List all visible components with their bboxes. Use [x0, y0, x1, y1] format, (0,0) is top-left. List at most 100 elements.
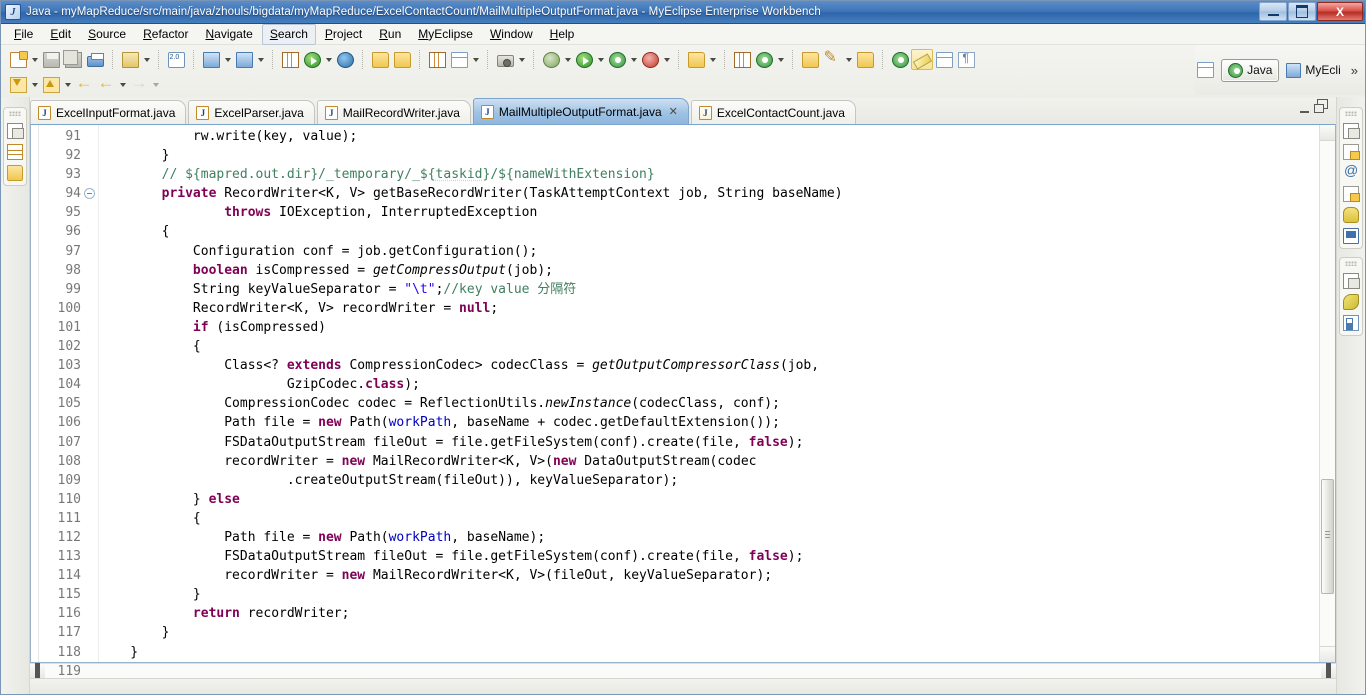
navigator-icon[interactable] [7, 165, 23, 181]
print-button[interactable] [84, 49, 106, 70]
console-view-icon[interactable] [1343, 228, 1359, 244]
folding-ruler[interactable] [85, 125, 99, 662]
toggle-mark-occurrences-button[interactable] [911, 49, 933, 70]
maximize-button[interactable] [1288, 2, 1316, 21]
forward-dropdown[interactable] [150, 74, 161, 95]
step-return-button[interactable] [40, 74, 62, 95]
menu-item-window[interactable]: Window [482, 24, 541, 45]
search-dropdown[interactable] [843, 49, 854, 70]
restore-view-icon[interactable] [1343, 273, 1360, 289]
vertical-scrollbar[interactable] [1319, 125, 1335, 662]
task-list-icon[interactable] [1343, 186, 1360, 202]
editor-tab[interactable]: J ExcelParser.java [188, 100, 315, 124]
debug-dropdown[interactable] [562, 49, 573, 70]
step-into-dropdown[interactable] [29, 74, 40, 95]
external-tools-dropdown[interactable] [661, 49, 672, 70]
server-dropdown[interactable] [255, 49, 266, 70]
search-button[interactable] [821, 47, 843, 70]
next-annotation-button[interactable] [889, 49, 911, 70]
drag-handle[interactable] [1345, 111, 1357, 116]
close-button[interactable]: X [1317, 2, 1363, 21]
horizontal-scrollbar[interactable] [30, 663, 1336, 678]
minimize-button[interactable] [1259, 2, 1287, 21]
menu-item-source[interactable]: Source [80, 24, 134, 45]
show-whitespace-button[interactable] [955, 49, 977, 70]
step-into-button[interactable] [7, 74, 29, 95]
leaf-icon[interactable] [1343, 294, 1359, 310]
new-myeclipse-project-dropdown[interactable] [141, 49, 152, 70]
drag-handle[interactable] [9, 111, 21, 116]
editor-tab[interactable]: J MailRecordWriter.java [316, 100, 471, 124]
screenshot-dropdown[interactable] [516, 49, 527, 70]
new-java-package-button[interactable] [685, 49, 707, 70]
package-explorer-icon[interactable] [7, 144, 23, 160]
toggle-block-selection-button[interactable] [933, 49, 955, 70]
horizontal-scroll-track[interactable] [45, 664, 1321, 678]
run-history-button[interactable] [606, 49, 628, 70]
new-wizard-button[interactable] [7, 49, 29, 70]
outline-view-icon[interactable] [1343, 315, 1359, 331]
vertical-scroll-thumb[interactable] [1321, 479, 1334, 595]
run-db-button[interactable] [301, 49, 323, 70]
problems-view-icon[interactable] [1343, 144, 1360, 160]
perspective-overflow-icon[interactable]: » [1348, 63, 1361, 78]
editor-tab[interactable]: J ExcelContactCount.java [690, 100, 856, 124]
minimize-editor-icon[interactable] [1296, 101, 1312, 116]
run-button[interactable] [573, 49, 595, 70]
save-all-button[interactable] [62, 49, 84, 70]
at-sign-icon[interactable] [1343, 162, 1359, 181]
step-return-dropdown[interactable] [62, 74, 73, 95]
back-history-button[interactable] [73, 73, 95, 95]
new-annotation-button[interactable] [753, 49, 775, 70]
hadoop-elephant-icon[interactable] [1343, 207, 1359, 223]
report-button[interactable] [426, 49, 448, 70]
database-explorer-button[interactable] [279, 49, 301, 70]
run-history-dropdown[interactable] [628, 49, 639, 70]
vertical-scroll-track[interactable] [1320, 141, 1335, 646]
menu-item-refactor[interactable]: Refactor [135, 24, 196, 45]
scroll-right-button[interactable] [1321, 664, 1336, 678]
scroll-up-button[interactable] [1320, 125, 1335, 141]
new-java-package-dropdown[interactable] [707, 49, 718, 70]
menu-item-run[interactable]: Run [371, 24, 409, 45]
open-resource-button[interactable] [854, 49, 876, 70]
menu-item-search[interactable]: Search [261, 23, 316, 45]
open-type-button[interactable] [369, 49, 391, 70]
debug-button[interactable] [540, 49, 562, 70]
new-annotation-dropdown[interactable] [775, 49, 786, 70]
scroll-down-button[interactable] [1320, 646, 1335, 662]
editor-tab[interactable]: J ExcelInputFormat.java [30, 100, 187, 124]
report-preview-button[interactable] [448, 49, 470, 70]
run-db-dropdown[interactable] [323, 49, 334, 70]
menu-item-navigate[interactable]: Navigate [197, 24, 260, 45]
menu-item-myeclipse[interactable]: MyEclipse [410, 24, 481, 45]
run-external-tools-button[interactable] [639, 49, 661, 70]
deploy-dropdown[interactable] [222, 49, 233, 70]
web-2-button[interactable] [165, 49, 187, 70]
back-dropdown[interactable] [117, 74, 128, 95]
menu-item-edit[interactable]: Edit [42, 24, 79, 45]
menu-item-help[interactable]: Help [542, 24, 583, 45]
report-dropdown[interactable] [470, 49, 481, 70]
maximize-editor-icon[interactable] [1314, 101, 1330, 116]
editor-tab-active[interactable]: J MailMultipleOutputFormat.java ✕ [472, 98, 689, 124]
forward-button[interactable] [128, 73, 150, 95]
new-class-button[interactable] [731, 49, 753, 70]
source-editor[interactable]: 91 92 93 94 95 96 97 98 99 100 101 102 103 104 105 106 1… [30, 124, 1336, 679]
open-browser-button[interactable] [334, 49, 356, 70]
new-myeclipse-project-button[interactable] [119, 49, 141, 70]
run-dropdown[interactable] [595, 49, 606, 70]
save-button[interactable] [40, 49, 62, 70]
new-wizard-dropdown[interactable] [29, 49, 40, 70]
menu-item-file[interactable]: File [6, 24, 41, 45]
restore-view-icon[interactable] [1343, 123, 1360, 139]
server-button[interactable] [233, 49, 255, 70]
code-text[interactable]: rw.write(key, value); } // ${mapred.out.… [99, 125, 1319, 662]
drag-handle[interactable] [1345, 261, 1357, 266]
perspective-java[interactable]: Java [1221, 58, 1280, 82]
search-resource-button[interactable] [799, 49, 821, 70]
screenshot-button[interactable] [494, 49, 516, 70]
menu-item-project[interactable]: Project [317, 24, 370, 45]
open-perspective-icon[interactable] [1195, 60, 1215, 80]
deploy-button[interactable] [200, 49, 222, 70]
